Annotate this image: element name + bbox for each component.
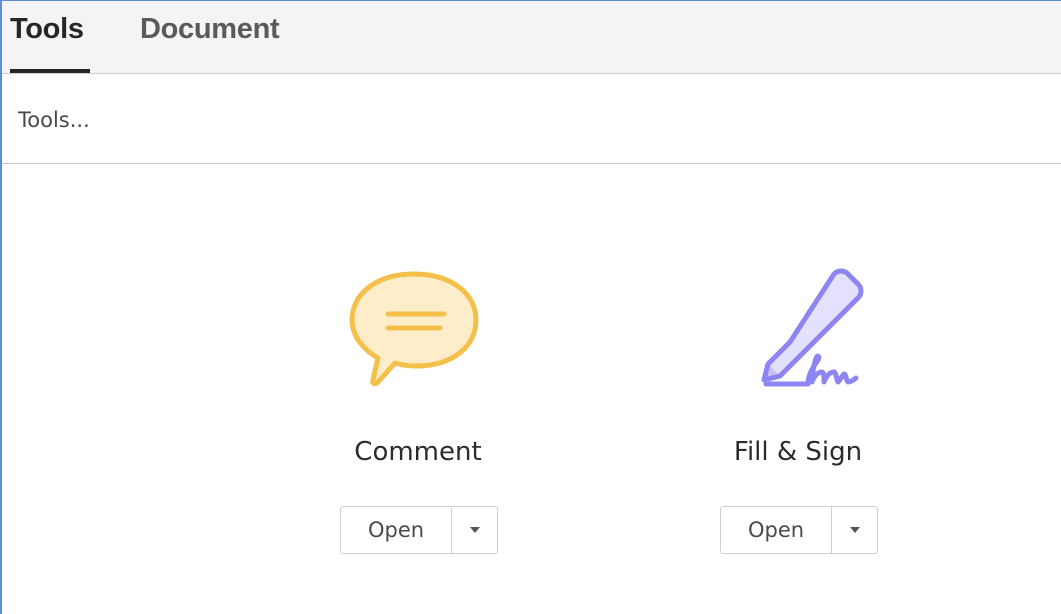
active-tab-indicator bbox=[10, 69, 90, 73]
fill-sign-open-group: Open bbox=[720, 506, 878, 554]
comment-open-group: Open bbox=[340, 506, 498, 554]
tab-document[interactable]: Document bbox=[140, 11, 280, 47]
comment-dropdown-button[interactable] bbox=[452, 507, 497, 553]
chevron-down-icon bbox=[469, 527, 480, 533]
tool-card-fill-sign: Fill & Sign Open bbox=[698, 250, 898, 570]
fill-sign-open-button[interactable]: Open bbox=[721, 507, 832, 553]
tab-bar: Tools Document bbox=[2, 1, 1061, 74]
fill-sign-icon[interactable] bbox=[728, 258, 868, 398]
comment-open-button[interactable]: Open bbox=[341, 507, 452, 553]
tool-card-comment: Comment Open bbox=[318, 250, 518, 570]
chevron-down-icon bbox=[849, 527, 860, 533]
tool-label-fill-sign: Fill & Sign bbox=[733, 437, 863, 467]
tools-search-bar[interactable]: Tools... bbox=[2, 74, 1061, 164]
tool-label-comment: Comment bbox=[354, 437, 482, 467]
tools-search-input[interactable]: Tools... bbox=[18, 107, 90, 133]
tab-tools[interactable]: Tools bbox=[10, 11, 84, 47]
fill-sign-dropdown-button[interactable] bbox=[832, 507, 877, 553]
comment-icon[interactable] bbox=[348, 258, 488, 398]
